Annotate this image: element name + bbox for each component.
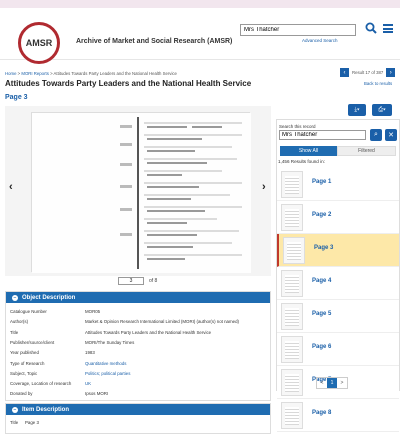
pager-next-button[interactable]: > (337, 378, 347, 388)
record-search-label: Search this record (279, 124, 316, 129)
page-thumbnail-label: Page 6 (312, 344, 332, 350)
detail-label: Coverage, Location of research (10, 381, 72, 387)
clear-search-button[interactable]: ✕ (385, 129, 397, 141)
show-all-tab[interactable]: Show All (280, 146, 337, 156)
detail-value[interactable]: Quantitative methods (85, 361, 127, 366)
detail-value: MORI/The Sunday Times (85, 339, 135, 345)
detail-value: Ipsos MORI (85, 391, 109, 397)
page-thumbnail-item[interactable]: Page 1 (277, 168, 399, 201)
detail-label: Type of Research (10, 360, 45, 366)
detail-value: Attitudes Towards Party Leaders and the … (85, 329, 212, 335)
header-search-input[interactable] (240, 24, 356, 36)
detail-label: Publisher/source/client (10, 339, 55, 345)
current-page-label: Page 3 (5, 94, 28, 101)
site-title: Archive of Market and Social Research (A… (76, 38, 233, 45)
page-thumbnail-label: Page 5 (312, 311, 332, 317)
page-thumbnail-item[interactable]: Page 3 (277, 234, 399, 267)
page-thumbnail-image (281, 270, 303, 297)
pager-prev-button[interactable]: < (317, 378, 327, 388)
collapse-icon[interactable]: − (12, 406, 18, 413)
page-thumbnail-image (281, 204, 303, 231)
hamburger-menu-icon[interactable] (383, 24, 393, 33)
sidebar-pager: < 1 > (316, 377, 348, 389)
result-navigation: ‹ Result 17 of 387 › (340, 68, 396, 77)
page-thumbnail-label: Page 8 (312, 410, 332, 416)
page-thumbnail-item[interactable]: Page 8 (277, 399, 399, 432)
download-button[interactable]: ⤓▾ (348, 104, 366, 116)
item-description-header[interactable]: − Item Description (6, 404, 270, 415)
detail-value: Market & Opinion Research International … (85, 319, 239, 325)
page-thumbnail-label: Page 4 (312, 278, 332, 284)
detail-value[interactable]: UK (85, 381, 91, 386)
item-description-panel: − Item Description (5, 403, 271, 434)
item-title-label: Title (10, 420, 19, 425)
page-thumbnail-image (283, 237, 305, 264)
page-thumbnail-item[interactable]: Page 4 (277, 267, 399, 300)
page-total: of 8 (149, 278, 158, 284)
page-thumbnail-image (281, 171, 303, 198)
detail-label: Year published (10, 350, 39, 356)
next-page-arrow-icon[interactable]: › (262, 181, 266, 193)
document-page-image (31, 112, 251, 273)
result-count: Result 17 of 387 (352, 70, 384, 75)
page-thumbnail-item[interactable]: Page 6 (277, 333, 399, 366)
page-thumbnail-label: Page 1 (312, 179, 332, 185)
site-header: AMSR Archive of Market and Social Resear… (0, 8, 400, 64)
detail-label: Donated by (10, 391, 33, 397)
top-band (0, 0, 400, 8)
object-description-header[interactable]: − Object Description (6, 292, 270, 303)
detail-value[interactable]: Politics; political parties (85, 371, 130, 376)
prev-result-button[interactable]: ‹ (340, 68, 349, 77)
pager-current-page[interactable]: 1 (327, 378, 337, 388)
page-thumbnail-label: Page 2 (312, 212, 332, 218)
detail-label: Title (10, 329, 19, 335)
page-thumbnail-image (281, 303, 303, 330)
breadcrumb-reports[interactable]: MORI Reports (21, 71, 48, 76)
detail-label: Author(s) (10, 319, 29, 325)
amsr-logo[interactable]: AMSR (18, 22, 60, 64)
next-result-button[interactable]: › (386, 68, 396, 77)
breadcrumb: Home > MORI Reports > Attitudes Towards … (5, 71, 177, 76)
record-search-input[interactable] (279, 130, 366, 140)
prev-page-arrow-icon[interactable]: ‹ (9, 181, 13, 193)
search-icon[interactable] (365, 22, 377, 34)
breadcrumb-current: Attitudes Towards Party Leaders and the … (53, 71, 177, 76)
breadcrumb-home[interactable]: Home (5, 71, 16, 76)
filtered-tab[interactable]: Filtered (337, 146, 396, 156)
results-found-text: 1,456 Results found in: (278, 159, 325, 164)
back-to-results-link[interactable]: Back to results (364, 81, 392, 86)
detail-value: MOR05 (85, 309, 101, 314)
advanced-search-link[interactable]: Advanced Search (302, 38, 338, 43)
page-title: Attitudes Towards Party Leaders and the … (5, 79, 252, 88)
document-scan (32, 113, 251, 273)
detail-value: 1983 (85, 350, 95, 356)
record-search-button[interactable]: ⌕ (370, 129, 382, 141)
print-button[interactable]: ⎙▾ (372, 104, 392, 116)
page-thumbnail-item[interactable]: Page 5 (277, 300, 399, 333)
page-thumbnail-image (281, 369, 303, 396)
detail-label: Catalogue Number (10, 309, 47, 314)
page-thumbnail-label: Page 3 (314, 245, 334, 251)
item-title-value: Page 3 (25, 420, 39, 425)
detail-label: Subject, Topic (10, 370, 38, 376)
page-thumbnail-image (281, 336, 303, 363)
page-thumbnail-item[interactable]: Page 2 (277, 201, 399, 234)
page-thumbnail-image (281, 402, 303, 429)
page-number-input[interactable]: 3 (118, 277, 144, 285)
collapse-icon[interactable]: − (12, 294, 18, 301)
